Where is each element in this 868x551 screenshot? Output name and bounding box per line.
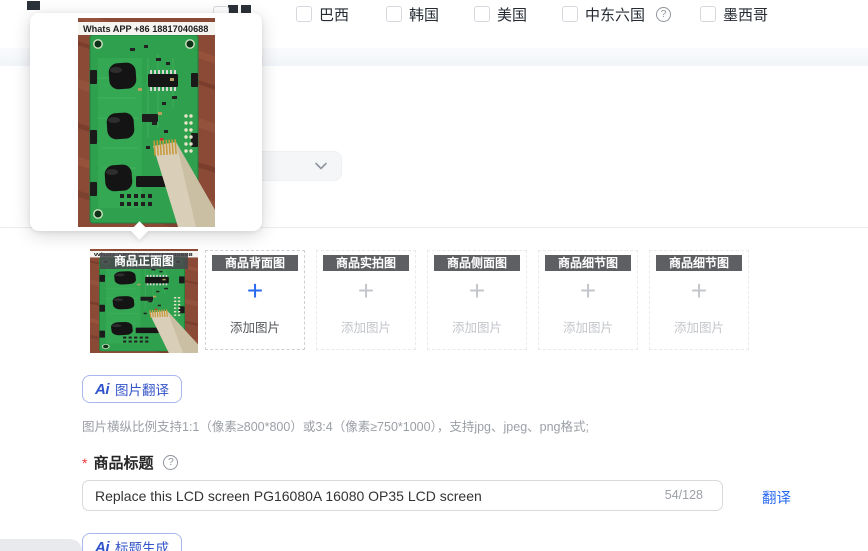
add-image-text: 添加图片: [340, 321, 391, 335]
checkbox[interactable]: [474, 6, 490, 22]
slot-label: 商品背面图: [212, 255, 298, 271]
add-image-text: 添加图片: [562, 321, 613, 335]
plus-icon: +: [357, 275, 375, 306]
help-icon[interactable]: ?: [163, 455, 179, 470]
market-item-brazil: 巴西: [296, 5, 350, 24]
upload-slot-detail-2[interactable]: 商品细节图 + 添加图片: [649, 250, 749, 350]
slot-label: 商品细节图: [545, 255, 631, 271]
translate-link[interactable]: 翻译: [762, 487, 791, 508]
chevron-down-icon: [315, 162, 327, 170]
checkbox[interactable]: [562, 6, 578, 22]
product-title-label: 商品标题: [93, 455, 154, 472]
plus-icon: +: [690, 275, 708, 306]
image-preview-popup: [30, 13, 262, 240]
plus-icon: +: [246, 275, 264, 306]
upload-slot-side[interactable]: 商品侧面图 + 添加图片: [427, 250, 527, 350]
bottom-panel-corner: [0, 539, 82, 551]
upload-slot-detail-1[interactable]: 商品细节图 + 添加图片: [538, 250, 638, 350]
checkbox[interactable]: [700, 6, 716, 22]
char-counter: 54/128: [664, 488, 703, 502]
add-image-text: 添加图片: [673, 321, 724, 335]
market-label: 中东六国: [585, 6, 646, 24]
market-label: 巴西: [319, 6, 350, 24]
slot-label: 商品实拍图: [323, 255, 409, 271]
product-listing-page: Whats APP +86 18817040688 巴西 韩国 美国 中东六国 …: [0, 0, 868, 551]
market-label: 美国: [497, 6, 528, 24]
ai-title-generate-label: 标题生成: [115, 541, 169, 551]
ai-icon: Ai: [95, 538, 110, 551]
slot-label: 商品正面图: [100, 253, 188, 269]
add-image-text: 添加图片: [451, 321, 502, 335]
upload-slot-real-shot[interactable]: 商品实拍图 + 添加图片: [316, 250, 416, 350]
market-item-korea: 韩国: [386, 5, 440, 24]
checkbox[interactable]: [296, 6, 312, 22]
market-item-mexico: 墨西哥: [700, 5, 769, 24]
upload-slot-back[interactable]: 商品背面图 + 添加图片: [205, 250, 305, 350]
slot-label: 商品侧面图: [434, 255, 520, 271]
slot-label: 商品细节图: [656, 255, 742, 271]
market-item-middle-east: 中东六国 ?: [562, 5, 672, 24]
checkbox[interactable]: [386, 6, 402, 22]
plus-icon: +: [579, 275, 597, 306]
add-image-text: 添加图片: [229, 321, 280, 335]
market-label: 墨西哥: [723, 6, 769, 24]
ai-image-translate-button[interactable]: Ai 图片翻译: [82, 375, 182, 403]
pcb-photo-large: [78, 18, 215, 227]
product-title-input[interactable]: [82, 480, 723, 511]
plus-icon: +: [468, 275, 486, 306]
market-label: 韩国: [409, 6, 440, 24]
product-title-input-wrap: 54/128: [82, 480, 723, 511]
product-title-label-row: * 商品标题 ?: [82, 452, 179, 473]
ai-image-translate-label: 图片翻译: [115, 383, 169, 398]
upload-slot-front[interactable]: 商品正面图: [90, 249, 198, 353]
required-asterisk: *: [82, 454, 88, 471]
covered-label-fragment: [27, 1, 40, 10]
help-icon[interactable]: ?: [656, 6, 672, 22]
market-item-usa: 美国: [474, 5, 528, 24]
ai-icon: Ai: [95, 380, 110, 398]
ai-title-generate-button[interactable]: Ai 标题生成: [82, 533, 182, 551]
image-requirements-hint: 图片横纵比例支持1:1（像素≥800*800）或3:4（像素≥750*1000）…: [82, 420, 589, 434]
